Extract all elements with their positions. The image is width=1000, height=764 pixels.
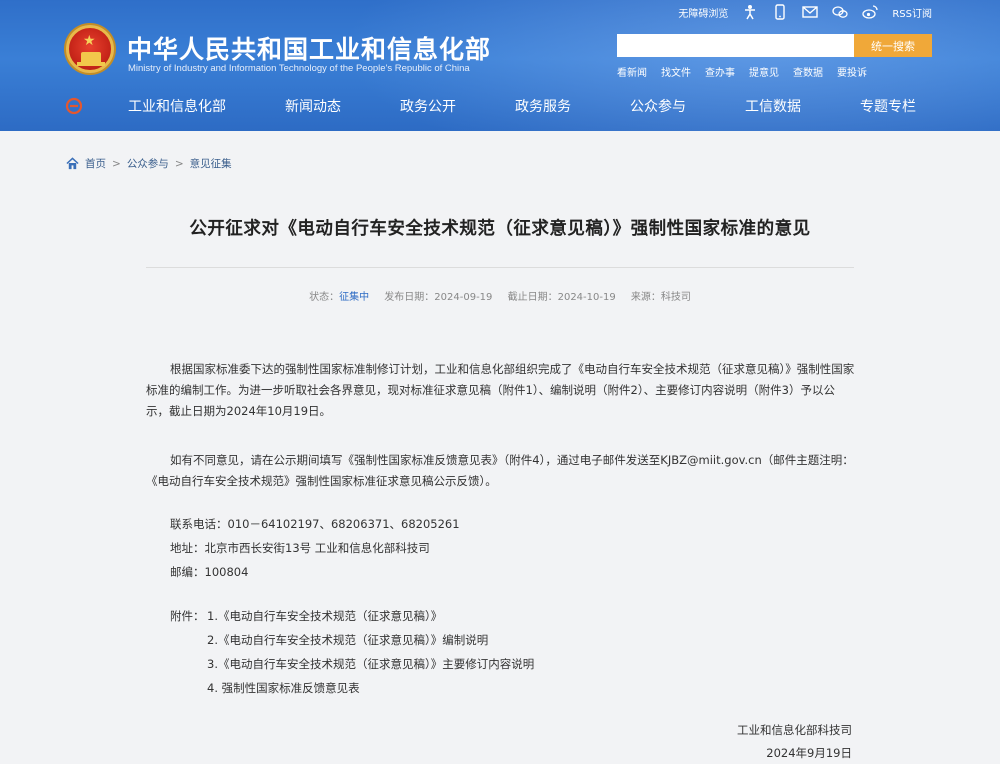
site-subtitle: Ministry of Industry and Information Tec… — [128, 63, 470, 74]
nav-item-data[interactable]: 工信数据 — [745, 96, 801, 116]
article-paragraph: 如有不同意见，请在公示期间填写《强制性国家标准反馈意见表》（附件4），通过电子邮… — [146, 453, 854, 488]
main-nav: 工业和信息化部 新闻动态 政务公开 政务服务 公众参与 工信数据 专题专栏 — [0, 90, 1000, 120]
nav-item-ministry[interactable]: 工业和信息化部 — [128, 96, 226, 116]
national-emblem-logo[interactable]: ★ — [66, 25, 114, 73]
header-tools: 无障碍浏览 RSS订阅 — [678, 4, 932, 20]
attachment-link[interactable]: 3.《电动自行车安全技术规范（征求意见稿）》主要修订内容说明 — [207, 656, 534, 672]
accessibility-person-icon[interactable] — [742, 4, 758, 20]
attachments-label: 附件： — [170, 609, 205, 623]
publish-date: 2024-09-19 — [434, 292, 493, 303]
search-button[interactable]: 统一搜索 — [854, 34, 932, 57]
nav-item-topics[interactable]: 专题专栏 — [860, 96, 916, 116]
site-title[interactable]: 中华人民共和国工业和信息化部 — [127, 30, 491, 66]
article-paragraph: 根据国家标准委下达的强制性国家标准制修订计划，工业和信息化部组织完成了《电动自行… — [146, 362, 855, 418]
status-label: 状态： — [309, 292, 340, 303]
weibo-icon[interactable] — [862, 4, 878, 20]
quick-links: 看新闻 找文件 查办事 提意见 查数据 要投诉 — [617, 64, 867, 79]
breadcrumb-participation[interactable]: 公众参与 — [127, 156, 169, 171]
title-divider — [146, 267, 854, 268]
accessibility-link[interactable]: 无障碍浏览 — [678, 5, 728, 20]
quick-link-files[interactable]: 找文件 — [661, 64, 691, 79]
breadcrumb-consultation[interactable]: 意见征集 — [190, 156, 232, 171]
contact-postcode: 邮编：100804 — [170, 565, 249, 579]
nav-item-services[interactable]: 政务服务 — [515, 96, 571, 116]
deadline-date: 2024-10-19 — [557, 292, 616, 303]
site-header: ★ 中华人民共和国工业和信息化部 Ministry of Industry an… — [0, 0, 1000, 131]
contact-address: 地址：北京市西长安街13号 工业和信息化部科技司 — [170, 541, 430, 555]
quick-link-complaint[interactable]: 要投诉 — [837, 64, 867, 79]
source-value: 科技司 — [660, 292, 691, 303]
rss-link[interactable]: RSS订阅 — [892, 5, 932, 20]
nav-item-news[interactable]: 新闻动态 — [285, 96, 341, 116]
mobile-icon[interactable] — [772, 4, 788, 20]
home-icon[interactable] — [66, 157, 79, 170]
deadline-label: 截止日期： — [507, 292, 558, 303]
source-label: 来源： — [630, 292, 661, 303]
attachment-link[interactable]: 4. 强制性国家标准反馈意见表 — [207, 680, 360, 696]
quick-link-data[interactable]: 查数据 — [793, 64, 823, 79]
article-meta: 状态：征集中 发布日期：2024-09-19 截止日期：2024-10-19 来… — [0, 288, 1000, 303]
signature-date: 2024年9月19日 — [766, 746, 852, 760]
publish-date-label: 发布日期： — [384, 292, 435, 303]
article-title: 公开征求对《电动自行车安全技术规范（征求意见稿）》强制性国家标准的意见 — [189, 219, 811, 239]
mail-icon[interactable] — [802, 4, 819, 20]
breadcrumb: 首页 > 公众参与 > 意见征集 — [66, 156, 232, 171]
breadcrumb-separator: > — [174, 157, 184, 170]
status-badge: 征集中 — [339, 292, 370, 303]
quick-link-services[interactable]: 查办事 — [705, 64, 735, 79]
search-input[interactable] — [617, 34, 854, 57]
contact-phone: 联系电话：010－64102197、68206371、68205261 — [170, 517, 460, 531]
signature-org: 工业和信息化部科技司 — [737, 723, 852, 737]
nav-item-participation[interactable]: 公众参与 — [630, 96, 686, 116]
wechat-icon[interactable] — [832, 4, 848, 20]
site-search: 统一搜索 — [617, 34, 932, 57]
quick-link-feedback[interactable]: 提意见 — [749, 64, 779, 79]
quick-link-news[interactable]: 看新闻 — [617, 64, 647, 79]
ministry-logo-icon[interactable] — [64, 96, 84, 116]
breadcrumb-separator: > — [112, 157, 121, 170]
attachment-link[interactable]: 2.《电动自行车安全技术规范（征求意见稿）》编制说明 — [207, 632, 488, 648]
attachment-link[interactable]: 1.《电动自行车安全技术规范（征求意见稿）》 — [207, 608, 442, 624]
nav-item-affairs[interactable]: 政务公开 — [400, 96, 456, 116]
breadcrumb-home[interactable]: 首页 — [85, 156, 106, 171]
